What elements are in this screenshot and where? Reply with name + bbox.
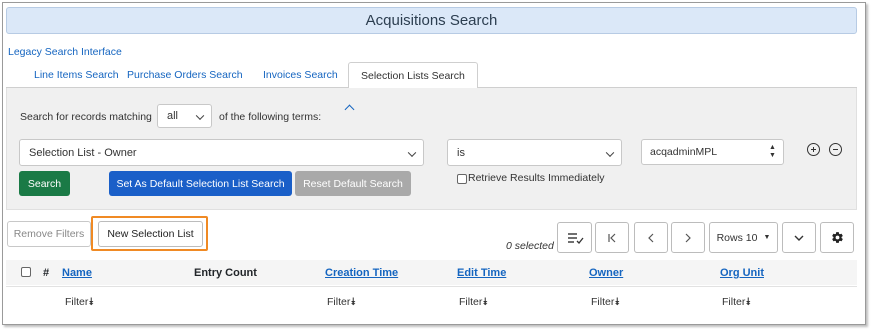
filter-edit-time[interactable]: Filter⯯ [459, 296, 489, 309]
search-tabs: Line Items Search Purchase Orders Search… [6, 62, 857, 89]
filter-org-unit[interactable]: Filter⯯ [722, 296, 752, 309]
column-header-creation-time[interactable]: Creation Time [325, 267, 398, 279]
operator-select[interactable]: is [447, 139, 622, 166]
chevron-down-icon [794, 235, 804, 241]
chevron-down-icon [605, 147, 615, 157]
retrieve-immediately-checkbox[interactable] [457, 174, 467, 184]
gear-icon [831, 232, 843, 243]
filter-name[interactable]: Filter⯯ [65, 296, 95, 309]
search-suffix-label: of the following terms: [219, 111, 322, 123]
tab-selection-lists-search[interactable]: Selection Lists Search [348, 62, 478, 89]
chevron-down-icon [195, 111, 205, 120]
column-header-edit-time[interactable]: Edit Time [457, 267, 506, 279]
first-page-button[interactable] [595, 222, 629, 253]
chevron-down-icon [407, 147, 417, 157]
add-term-icon[interactable] [807, 143, 820, 156]
search-field-value: Selection List - Owner [29, 146, 137, 159]
select-all-checkbox[interactable] [21, 267, 31, 277]
filter-icon: ⯯ [482, 296, 489, 308]
reset-default-search-button[interactable]: Reset Default Search [295, 171, 411, 196]
filter-icon: ⯯ [350, 296, 357, 308]
list-check-icon [568, 233, 584, 244]
page-title-bar: Acquisitions Search [6, 7, 857, 34]
column-actions-button[interactable] [557, 222, 592, 253]
row-number-header: # [43, 267, 50, 279]
filter-label: Filter [591, 296, 615, 308]
selected-count: 0 selected [506, 240, 554, 252]
retrieve-immediately-label: Retrieve Results Immediately [468, 172, 605, 184]
filter-label: Filter [459, 296, 483, 308]
filter-icon: ⯯ [614, 296, 621, 308]
column-header-name[interactable]: Name [62, 267, 92, 279]
filter-icon: ⯯ [88, 296, 95, 308]
operator-value: is [457, 146, 465, 159]
search-button[interactable]: Search [19, 171, 70, 196]
caret-down-icon: ▼ [763, 234, 771, 241]
tab-line-items-search[interactable]: Line Items Search [34, 62, 119, 88]
column-header-entry-count: Entry Count [194, 267, 257, 279]
highlight-box [91, 216, 208, 251]
match-select[interactable]: all [157, 104, 212, 128]
tab-invoices-search[interactable]: Invoices Search [263, 62, 338, 88]
match-select-value: all [167, 110, 179, 122]
tab-purchase-orders-search[interactable]: Purchase Orders Search [127, 62, 243, 88]
search-term-value: acqadminMPL [650, 146, 718, 158]
remove-filters-button[interactable]: Remove Filters [7, 221, 91, 247]
grid-settings-button[interactable] [820, 222, 854, 253]
chevron-right-icon [685, 233, 691, 242]
spinner-arrows-icon[interactable]: ▲ ▼ [769, 144, 777, 160]
rows-per-page-button[interactable]: Rows 10 ▼ [709, 222, 778, 253]
filter-label: Filter [65, 296, 89, 308]
search-field-select[interactable]: Selection List - Owner [19, 139, 424, 166]
remove-term-icon[interactable] [829, 143, 842, 156]
previous-page-button[interactable] [634, 222, 668, 253]
filter-icon: ⯯ [745, 296, 752, 308]
next-page-button[interactable] [671, 222, 705, 253]
search-term-input[interactable]: acqadminMPL ▲ ▼ [641, 139, 784, 165]
column-header-org-unit[interactable]: Org Unit [720, 267, 764, 279]
first-page-icon [608, 233, 616, 242]
set-default-search-button[interactable]: Set As Default Selection List Search [109, 171, 292, 196]
filter-creation-time[interactable]: Filter⯯ [327, 296, 357, 309]
filter-label: Filter [722, 296, 746, 308]
chevron-left-icon [648, 233, 654, 242]
expand-options-button[interactable] [782, 222, 816, 253]
filter-owner[interactable]: Filter⯯ [591, 296, 621, 309]
filter-label: Filter [327, 296, 351, 308]
legacy-search-link[interactable]: Legacy Search Interface [8, 46, 122, 58]
column-header-owner[interactable]: Owner [589, 267, 623, 279]
rows-per-page-label: Rows 10 [716, 231, 758, 244]
search-prefix-label: Search for records matching [20, 111, 152, 123]
page-title: Acquisitions Search [365, 12, 498, 29]
